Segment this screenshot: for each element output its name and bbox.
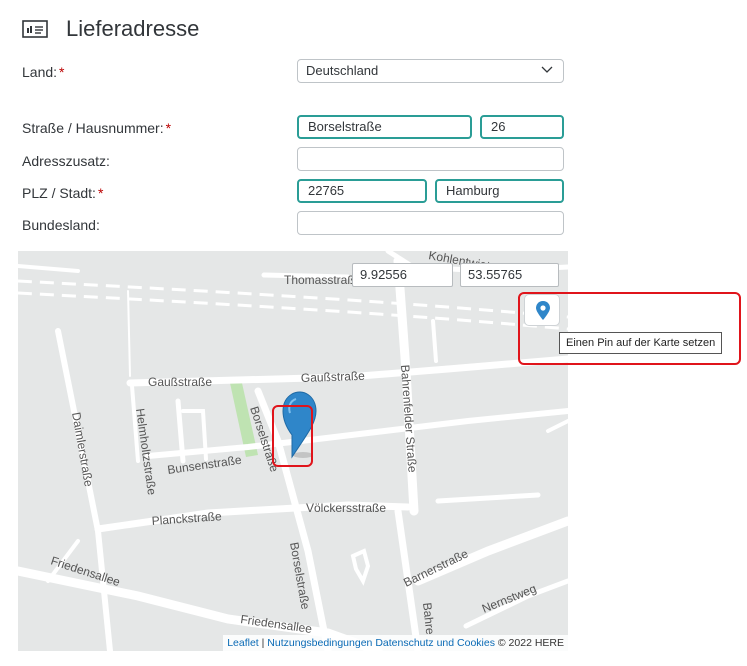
required-mark: *	[59, 64, 65, 80]
zip-input[interactable]: 22765	[297, 179, 427, 203]
map-label-gaussstrasse-1: Gaußstraße	[148, 375, 212, 389]
section-header: Lieferadresse	[22, 14, 199, 44]
country-label: Land: *	[22, 64, 65, 80]
terms-link[interactable]: Nutzungsbedingungen	[267, 637, 372, 649]
map-label-planckstrasse: Planckstraße	[151, 509, 222, 528]
map-label-daimlerstrasse: Daimlerstraße	[69, 411, 96, 488]
map-label-friedensallee-2: Friedensallee	[240, 612, 314, 636]
latitude-field[interactable]: 53.55765	[460, 263, 559, 287]
required-mark: *	[165, 120, 172, 136]
map-label-bahre: Bahre	[420, 602, 437, 636]
map-label-voelckersstrasse: Völckersstraße	[306, 501, 386, 515]
map-attribution: Leaflet | Nutzungsbedingungen Datenschut…	[223, 635, 568, 651]
city-input[interactable]: Hamburg	[435, 179, 564, 203]
map-pin-highlight	[272, 405, 313, 467]
chevron-down-icon	[541, 66, 553, 73]
map-label-thomasstrasse: Thomasstraße	[284, 273, 362, 287]
street-label: Straße / Hausnummer: *	[22, 120, 172, 136]
address-extra-label: Adresszusatz:	[22, 153, 110, 169]
longitude-field[interactable]: 9.92556	[352, 263, 453, 287]
address-extra-input[interactable]	[297, 147, 564, 171]
house-number-input[interactable]: 26	[480, 115, 564, 139]
set-pin-highlight	[518, 292, 741, 365]
railway	[18, 279, 568, 331]
zip-city-label: PLZ / Stadt: *	[22, 185, 104, 201]
map-label-barnerstrasse: Barnerstraße	[401, 546, 470, 589]
street-input[interactable]: Borselstraße	[297, 115, 472, 139]
required-mark: *	[97, 185, 104, 201]
state-label: Bundesland:	[22, 217, 100, 233]
map-label-bahrenfelder-strasse: Bahrenfelder Straße	[398, 364, 420, 473]
form-icon	[22, 20, 48, 38]
building	[350, 548, 371, 586]
state-input[interactable]	[297, 211, 564, 235]
copyright-text: © 2022 HERE	[497, 637, 564, 649]
map-label-gaussstrasse-2: Gaußstraße	[301, 369, 366, 385]
privacy-link[interactable]: Datenschutz und Cookies	[375, 637, 495, 649]
page-title: Lieferadresse	[66, 16, 200, 41]
map-label-nernstweg: Nernstweg	[480, 581, 538, 615]
leaflet-link[interactable]: Leaflet	[227, 637, 259, 649]
country-select-value: Deutschland	[306, 63, 379, 78]
country-select[interactable]: Deutschland	[297, 59, 564, 83]
